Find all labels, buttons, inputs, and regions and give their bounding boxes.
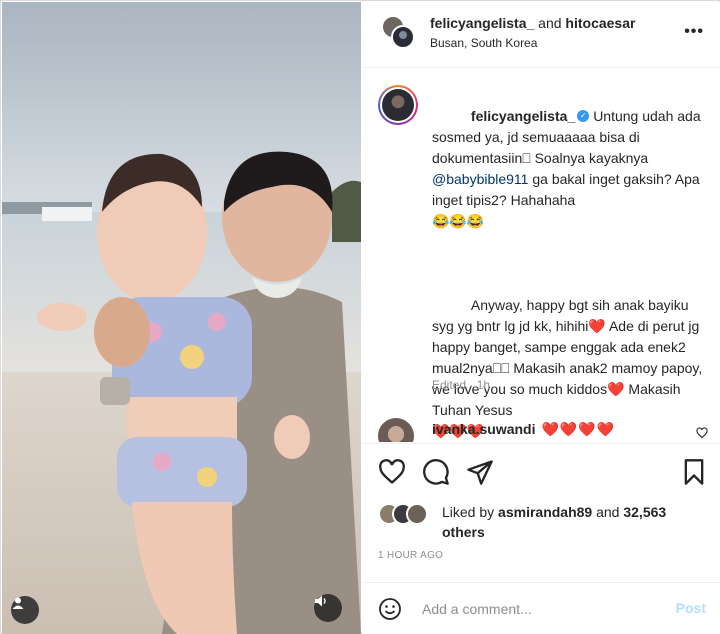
header-username[interactable]: felicyangelista_ — [430, 15, 534, 31]
comment-input[interactable] — [422, 597, 662, 621]
header-location[interactable]: Busan, South Korea — [430, 36, 537, 50]
add-comment-bar: Post — [362, 582, 720, 634]
likes-user[interactable]: asmirandah89 — [498, 504, 592, 520]
caption-box-glyph-2: ⎕⎕ — [492, 360, 510, 376]
comment-username[interactable]: ivanka.suwandi — [432, 421, 535, 437]
more-horizontal-icon: ••• — [684, 23, 704, 40]
post-modal: felicyangelista_ and hitocaesar Busan, S… — [0, 0, 720, 634]
verified-badge-icon: ✓ — [577, 110, 590, 123]
caption-box-glyph: ⎕ — [522, 150, 531, 166]
caption-username[interactable]: felicyangelista_ — [471, 108, 575, 124]
post-media[interactable] — [2, 2, 361, 634]
bookmark-icon[interactable] — [680, 458, 708, 486]
comment-text: ❤️❤️❤️❤️ — [541, 421, 616, 437]
caption-heart-1: ❤️ — [588, 318, 606, 334]
liker-avatars[interactable] — [378, 503, 438, 525]
user-tag-icon — [12, 597, 24, 609]
caption-heart-2: ❤️ — [607, 381, 625, 397]
post-header: felicyangelista_ and hitocaesar Busan, S… — [362, 2, 720, 68]
post-details-panel: felicyangelista_ and hitocaesar Busan, S… — [362, 2, 720, 634]
user-tag-button[interactable] — [11, 596, 39, 624]
likes-prefix: Liked by — [442, 504, 499, 520]
caption-edited-time: Edited · 1h — [432, 378, 491, 392]
collab-avatars[interactable] — [380, 14, 416, 50]
caption-mention[interactable]: @babybible911 — [432, 171, 528, 187]
comment-avatar[interactable] — [378, 418, 414, 442]
caption-avatar[interactable] — [378, 85, 418, 125]
likes-and: and — [592, 504, 624, 520]
caption-text-1b: Soalnya kayaknya — [530, 150, 653, 166]
smiley-face-icon[interactable] — [378, 597, 402, 621]
header-and: and — [538, 15, 562, 31]
comments-section[interactable]: felicyangelista_ ✓ Untung udah ada sosmed … — [362, 69, 720, 442]
paper-plane-icon[interactable] — [466, 458, 494, 486]
photo-baby-and-father — [2, 2, 361, 634]
heart-outline-icon[interactable] — [696, 427, 708, 439]
comment-row: ivanka.suwandi ❤️❤️❤️❤️ — [432, 421, 615, 438]
header-collaborator[interactable]: hitocaesar — [565, 15, 635, 31]
caption-emoji-laugh: 😂😂😂 — [432, 213, 485, 229]
header-usernames: felicyangelista_ and hitocaesar — [430, 15, 635, 31]
speaker-icon — [315, 595, 326, 607]
audio-toggle-button[interactable] — [314, 594, 342, 622]
likes-summary: Liked by asmirandah89 and 32,563 others — [378, 500, 708, 544]
post-timestamp[interactable]: 1 HOUR AGO — [378, 550, 443, 561]
likes-text: Liked by asmirandah89 and 32,563 others — [442, 502, 712, 542]
post-comment-button[interactable]: Post — [676, 600, 706, 616]
more-options-button[interactable]: ••• — [684, 23, 704, 41]
action-bar — [362, 443, 720, 499]
comment-bubble-icon[interactable] — [422, 458, 450, 486]
heart-outline-icon[interactable] — [378, 458, 406, 486]
